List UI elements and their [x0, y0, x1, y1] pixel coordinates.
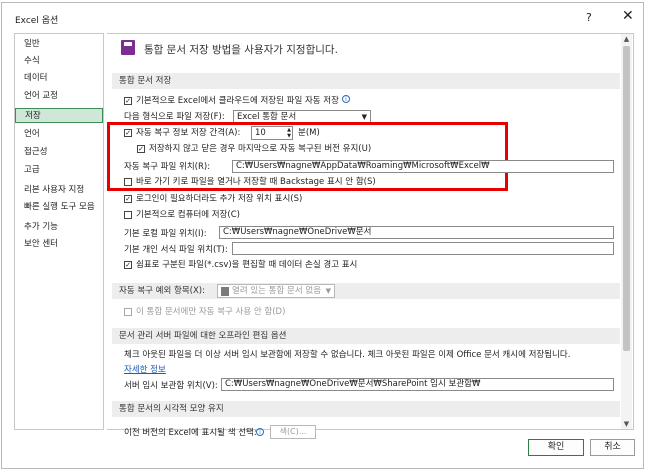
- default-local-location-input[interactable]: C:₩Users₩nagne₩OneDrive₩문서: [219, 226, 614, 239]
- sidebar-item-addins[interactable]: 추가 기능: [15, 220, 103, 235]
- scroll-down-icon[interactable]: ▼: [621, 419, 632, 429]
- sidebar-item-formulas[interactable]: 수식: [15, 54, 103, 69]
- spinner-arrows-icon[interactable]: ▲ ▼: [287, 127, 291, 139]
- exceptions-dropdown-value: 열려 있는 통합 문서 없음: [232, 286, 322, 296]
- disable-autorecover-checkbox[interactable]: [124, 308, 132, 316]
- autorecover-location-input[interactable]: C:₩Users₩nagne₩AppData₩Roaming₩Microsoft…: [232, 160, 614, 173]
- keep-last-version-checkbox[interactable]: [137, 145, 145, 153]
- sidebar-item-customize-ribbon[interactable]: 리본 사용자 지정: [15, 183, 103, 198]
- sidebar-item-quick-access[interactable]: 빠른 실행 도구 모음: [15, 200, 103, 215]
- no-backstage-checkbox[interactable]: [124, 178, 132, 186]
- autorecover-location-label: 자동 복구 파일 위치(R):: [124, 162, 211, 172]
- default-local-location-label: 기본 로컬 파일 위치(I):: [124, 229, 207, 239]
- offline-description: 체크 아웃된 파일을 더 이상 서버 임시 보관함에 저장할 수 없습니다. 체…: [124, 350, 571, 360]
- exceptions-workbook-dropdown[interactable]: 열려 있는 통합 문서 없음 ▼: [217, 284, 335, 298]
- sidebar-item-data[interactable]: 데이터: [15, 71, 103, 86]
- sidebar: 일반 수식 데이터 언어 교정 저장 언어 접근성 고급 리본 사용자 지정 빠…: [14, 33, 104, 430]
- csv-warning-label: 쉼표로 구분된 파일(*.csv)을 편집할 때 데이터 손실 경고 표시: [136, 260, 358, 270]
- section-visual-appearance: 통합 문서의 시각적 모양 유지: [112, 401, 620, 417]
- keep-last-version-label: 저장하지 않고 닫은 경우 마지막으로 자동 복구된 버전 유지(U): [149, 144, 372, 154]
- chevron-down-icon: ▼: [325, 287, 331, 295]
- autosave-cloud-label: 기본적으로 Excel에서 클라우드에 저장된 파일 자동 저장: [136, 96, 339, 106]
- sidebar-item-accessibility[interactable]: 접근성: [15, 145, 103, 160]
- no-backstage-label: 바로 가기 키로 파일을 열거나 저장할 때 Backstage 표시 안 함(…: [136, 177, 376, 187]
- colors-button[interactable]: 색(C)...: [270, 425, 316, 439]
- info-icon: i: [256, 428, 264, 436]
- page-title: 통합 문서 저장 방법을 사용자가 지정합니다.: [144, 44, 338, 56]
- sidebar-item-advanced[interactable]: 고급: [15, 163, 103, 178]
- sidebar-item-language[interactable]: 언어: [15, 127, 103, 142]
- cancel-button[interactable]: 취소: [590, 439, 635, 456]
- more-info-link[interactable]: 자세한 정보: [124, 364, 166, 376]
- sidebar-item-trust-center[interactable]: 보안 센터: [15, 237, 103, 252]
- server-drafts-label: 서버 임시 보관함 위치(V):: [124, 381, 218, 391]
- save-to-computer-label: 기본적으로 컴퓨터에 저장(C): [136, 210, 240, 220]
- show-extra-locations-label: 로그인이 필요하더라도 추가 저장 위치 표시(S): [136, 194, 303, 204]
- info-icon: i: [342, 95, 350, 103]
- exceptions-label: 자동 복구 예외 항목(X):: [119, 286, 205, 296]
- vertical-scrollbar[interactable]: ▲ ▼: [621, 34, 632, 429]
- scroll-thumb[interactable]: [623, 46, 630, 351]
- close-icon[interactable]: ✕: [622, 8, 634, 24]
- save-format-value: Excel 통합 문서: [237, 112, 297, 122]
- section-autorecover-exceptions: 자동 복구 예외 항목(X):: [112, 283, 620, 299]
- window-title: Excel 옵션: [15, 16, 59, 26]
- section-save-workbooks: 통합 문서 저장: [112, 73, 620, 89]
- ok-button[interactable]: 확인: [528, 439, 584, 456]
- show-extra-locations-checkbox[interactable]: [124, 195, 132, 203]
- autorecover-minutes-value: 10: [255, 128, 266, 138]
- colors-label: 이전 버전의 Excel에 표시될 색 선택:: [124, 428, 257, 438]
- template-location-label: 기본 개인 서식 파일 위치(T):: [124, 245, 228, 255]
- workbook-icon: [221, 287, 229, 296]
- disable-autorecover-label: 이 통합 문서에만 자동 복구 사용 안 함(D): [136, 307, 286, 317]
- server-drafts-input[interactable]: C:₩Users₩nagne₩OneDrive₩문서₩SharePoint 임시…: [221, 378, 614, 391]
- autorecover-minutes-spinner[interactable]: 10 ▲ ▼: [251, 126, 293, 140]
- csv-warning-checkbox[interactable]: [124, 261, 132, 269]
- sidebar-item-general[interactable]: 일반: [15, 37, 103, 52]
- autorecover-label: 자동 복구 정보 저장 간격(A):: [136, 128, 241, 138]
- sidebar-item-save[interactable]: 저장: [15, 108, 103, 123]
- help-button[interactable]: ?: [586, 11, 592, 24]
- save-to-computer-checkbox[interactable]: [124, 211, 132, 219]
- autorecover-unit: 분(M): [298, 128, 320, 138]
- save-disk-icon: [121, 40, 135, 55]
- title-bar: Excel 옵션 ? ✕: [2, 3, 643, 35]
- autosave-cloud-checkbox[interactable]: [124, 97, 132, 105]
- autorecover-checkbox[interactable]: [124, 129, 132, 137]
- scroll-up-icon[interactable]: ▲: [621, 34, 632, 44]
- section-offline-editing: 문서 관리 서버 파일에 대한 오프라인 편집 옵션: [112, 328, 620, 344]
- template-location-input[interactable]: [232, 242, 614, 255]
- sidebar-item-proofing[interactable]: 언어 교정: [15, 89, 103, 104]
